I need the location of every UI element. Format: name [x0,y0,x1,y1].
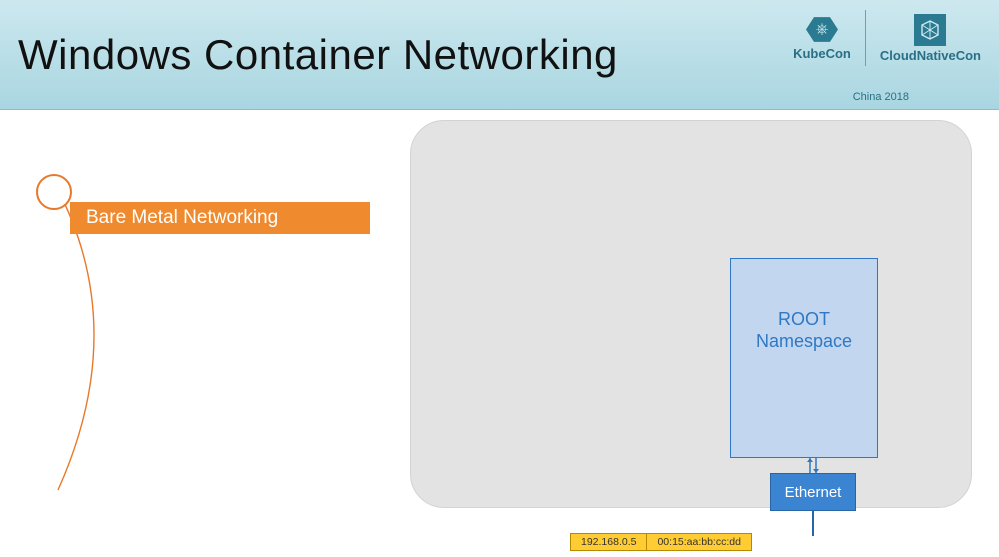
curve-circle-icon [36,174,72,210]
root-namespace-line1: ROOT [778,309,830,331]
event-subtitle: China 2018 [853,91,909,103]
section-subtitle-bar: Bare Metal Networking [70,202,370,234]
ethernet-box: Ethernet [770,473,856,511]
slide-title: Windows Container Networking [18,31,618,79]
mac-address-cell: 00:15:aa:bb:cc:dd [646,534,750,550]
cube-icon [920,20,940,40]
cloudnativecon-logo-block: CloudNativeCon [880,14,981,63]
connector-arrows [806,458,820,473]
ethernet-label: Ethernet [785,484,842,501]
section-subtitle-text: Bare Metal Networking [86,207,278,229]
slide-header: Windows Container Networking ⎈ KubeCon C… [0,0,999,110]
header-logos: ⎈ KubeCon CloudNativeCon [793,10,981,66]
diagram-panel [410,120,972,508]
cloudnativecon-label: CloudNativeCon [880,48,981,63]
kubecon-helm-icon: ⎈ [806,16,838,44]
slide-body: Bare Metal Networking ROOT Namespace Eth… [0,110,999,557]
root-namespace-line2: Namespace [756,331,852,353]
root-namespace-box: ROOT Namespace [730,258,878,458]
ethernet-down-connector [812,511,814,536]
kubecon-label: KubeCon [793,46,851,61]
ip-address-cell: 192.168.0.5 [571,534,646,550]
address-info-strip: 192.168.0.5 00:15:aa:bb:cc:dd [570,533,752,551]
cloudnativecon-icon [914,14,946,46]
kubecon-logo-block: ⎈ KubeCon [793,16,851,61]
logo-divider [865,10,866,66]
